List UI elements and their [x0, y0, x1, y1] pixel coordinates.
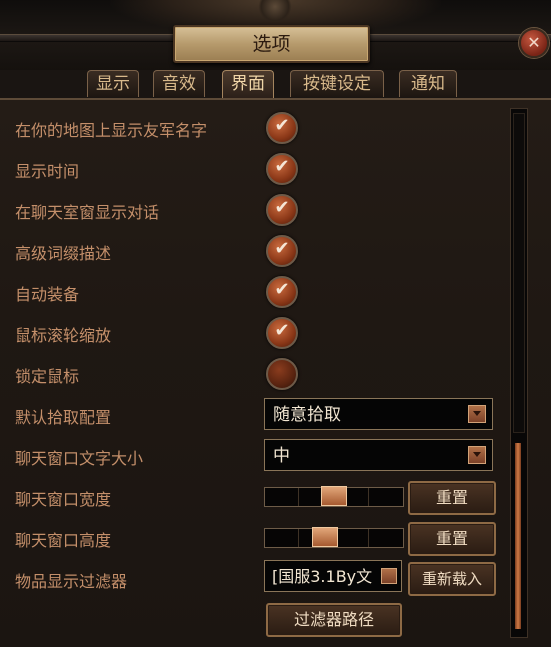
chat-font-size-dropdown[interactable]: 中: [264, 439, 493, 471]
setting-label-chat-width: 聊天窗口宽度: [15, 490, 112, 509]
setting-label-chat-dialogue: 在聊天室窗显示对话: [15, 203, 160, 222]
checkbox-lock-mouse[interactable]: [266, 358, 298, 390]
checkbox-chat-dialogue[interactable]: ✔: [266, 194, 298, 226]
slider-divider: [368, 529, 369, 547]
checkbox-show-ally-names[interactable]: ✔: [266, 112, 298, 144]
setting-label-loot-config: 默认拾取配置: [15, 408, 112, 427]
setting-label-item-filter: 物品显示过滤器: [15, 572, 128, 591]
checkmark-icon: ✔: [274, 115, 290, 136]
close-icon[interactable]: ✕: [519, 28, 549, 58]
chat-height-reset-button[interactable]: 重置: [408, 522, 496, 556]
setting-label-show-time: 显示时间: [15, 162, 80, 181]
slider-divider: [298, 488, 299, 506]
setting-label-show-ally-names: 在你的地图上显示友军名字: [15, 121, 208, 140]
setting-label-chat-height: 聊天窗口高度: [15, 531, 112, 550]
checkmark-icon: ✔: [274, 197, 290, 218]
chat-width-slider[interactable]: [264, 486, 404, 507]
scrollbar-upper-region: [513, 113, 525, 433]
checkmark-icon: ✔: [274, 238, 290, 259]
checkbox-show-time[interactable]: ✔: [266, 153, 298, 185]
chat-font-size-value: 中: [273, 446, 290, 466]
checkbox-advanced-mods[interactable]: ✔: [266, 235, 298, 267]
slider-divider: [298, 529, 299, 547]
chat-width-thumb[interactable]: [321, 486, 347, 506]
tab-interface[interactable]: 界面: [222, 70, 274, 99]
item-filter-value: [国服3.1By文: [272, 567, 373, 586]
tab-audio[interactable]: 音效: [153, 70, 205, 97]
setting-label-auto-equip: 自动装备: [15, 285, 80, 304]
checkmark-icon: ✔: [274, 156, 290, 177]
dropdown-arrow-icon: [381, 568, 397, 584]
chat-height-thumb[interactable]: [312, 527, 338, 547]
dropdown-arrow-icon: [468, 446, 486, 464]
dropdown-arrow-icon: [468, 405, 486, 423]
loot-config-dropdown[interactable]: 随意拾取: [264, 398, 493, 430]
filter-path-button[interactable]: 过滤器路径: [266, 603, 402, 637]
gear-ornament-icon: [258, 0, 292, 22]
settings-panel: 在你的地图上显示友军名字 ✔ 显示时间 ✔ 在聊天室窗显示对话 ✔ 高级词缀描述…: [0, 98, 551, 647]
checkbox-auto-equip[interactable]: ✔: [266, 276, 298, 308]
reload-filter-button[interactable]: 重新载入: [408, 562, 496, 596]
slider-divider: [368, 488, 369, 506]
window-title: 选项: [173, 25, 370, 63]
tab-keybindings[interactable]: 按键设定: [290, 70, 384, 97]
setting-label-chat-font-size: 聊天窗口文字大小: [15, 449, 144, 468]
checkmark-icon: ✔: [274, 320, 290, 341]
tab-display[interactable]: 显示: [87, 70, 139, 97]
tab-notifications[interactable]: 通知: [399, 70, 457, 97]
checkmark-icon: ✔: [274, 279, 290, 300]
checkbox-mouse-wheel-zoom[interactable]: ✔: [266, 317, 298, 349]
scrollbar-thumb[interactable]: [515, 443, 521, 629]
setting-label-advanced-mods: 高级词缀描述: [15, 244, 112, 263]
setting-label-lock-mouse: 锁定鼠标: [15, 367, 80, 386]
scrollbar[interactable]: [510, 108, 528, 638]
item-filter-field[interactable]: [国服3.1By文: [264, 560, 402, 592]
setting-label-mouse-wheel-zoom: 鼠标滚轮缩放: [15, 326, 112, 345]
chat-width-reset-button[interactable]: 重置: [408, 481, 496, 515]
chat-height-slider[interactable]: [264, 527, 404, 548]
loot-config-value: 随意拾取: [273, 405, 341, 425]
